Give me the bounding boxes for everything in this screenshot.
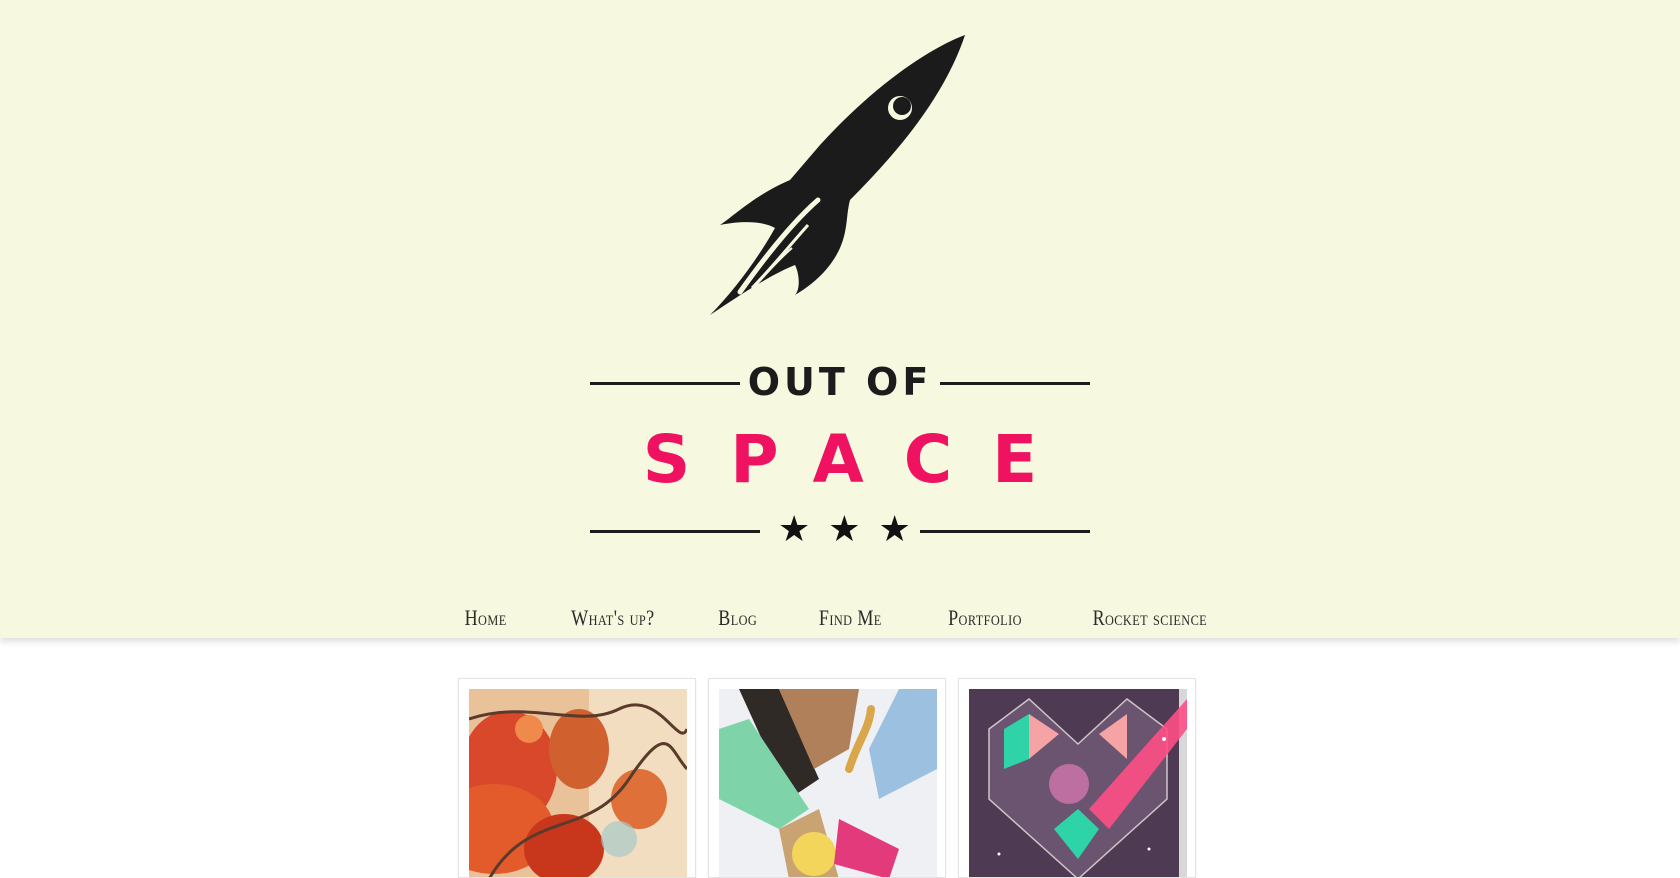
- nav-item-blog[interactable]: Blog: [718, 605, 757, 631]
- logo-line-bottom-left: [590, 530, 760, 533]
- gallery-item-geometric-heart[interactable]: [958, 678, 1196, 878]
- nav-item-whats-up[interactable]: What's up?: [571, 605, 654, 631]
- nav-item-portfolio[interactable]: Portfolio: [948, 605, 1022, 631]
- main-nav: Home What's up? Blog Find Me Portfolio R…: [460, 598, 1220, 638]
- logo-line-top-left: [590, 382, 740, 385]
- portfolio-gallery: [458, 678, 1196, 878]
- gallery-item-orange-flower[interactable]: [458, 678, 696, 878]
- rocket-logo-icon: [710, 35, 965, 315]
- gallery-item-abstract-3d[interactable]: [708, 678, 946, 878]
- logo-out-of-text: OUT OF: [747, 360, 933, 404]
- abstract-3d-artwork-image: [719, 689, 937, 877]
- orange-flower-artwork-image: [469, 689, 687, 877]
- nav-item-home[interactable]: Home: [465, 605, 507, 631]
- logo-space-text: SPACE: [642, 421, 1078, 498]
- geometric-heart-artwork-image: [969, 689, 1187, 877]
- logo-stars-icon: ★★★: [778, 509, 929, 550]
- nav-item-rocket-science[interactable]: Rocket science: [1093, 605, 1208, 631]
- nav-item-find-me[interactable]: Find Me: [819, 605, 882, 631]
- logo-line-bottom-right: [920, 530, 1090, 533]
- logo-line-top-right: [940, 382, 1090, 385]
- header-banner: OUT OF SPACE ★★★ Home What's up? Blog Fi…: [0, 0, 1680, 638]
